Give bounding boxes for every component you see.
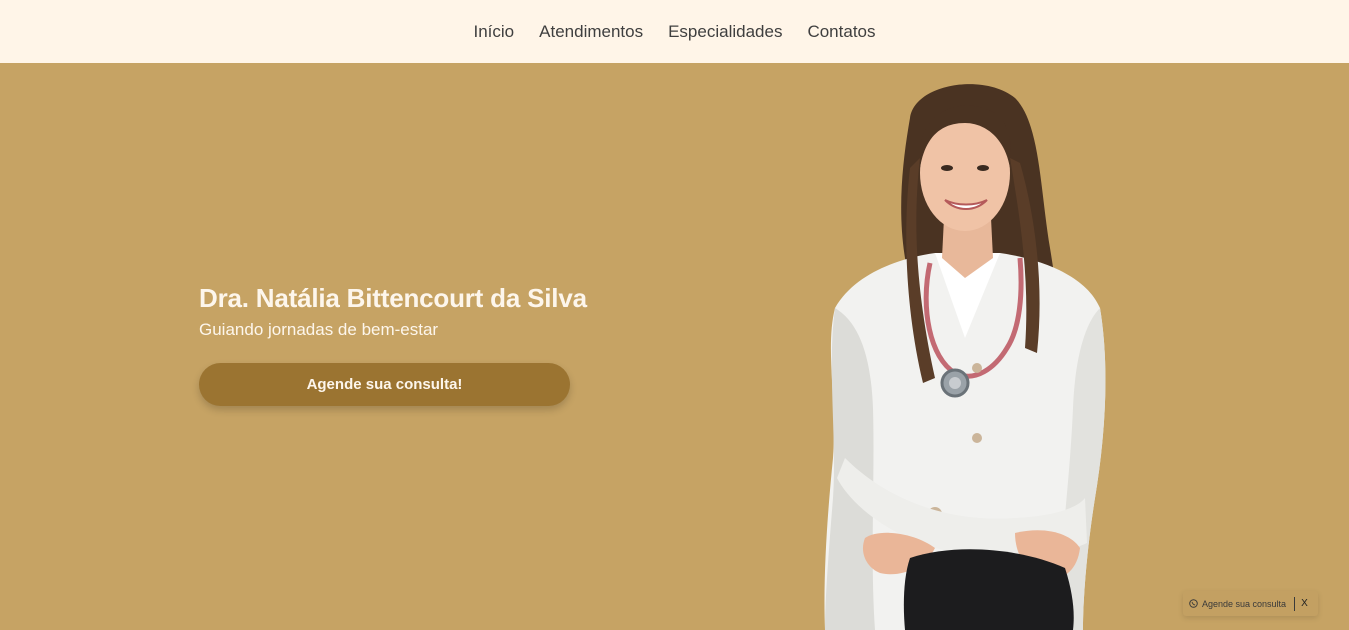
whatsapp-widget-label[interactable]: Agende sua consulta [1202, 599, 1286, 609]
schedule-appointment-button[interactable]: Agende sua consulta! [199, 363, 570, 406]
nav-item-atendimentos[interactable]: Atendimentos [539, 22, 643, 42]
main-nav: Início Atendimentos Especialidades Conta… [474, 22, 876, 42]
top-navbar: Início Atendimentos Especialidades Conta… [0, 0, 1349, 63]
hero-text: Dra. Natália Bittencourt da Silva Guiand… [199, 283, 587, 340]
nav-item-inicio[interactable]: Início [474, 22, 515, 42]
nav-item-especialidades[interactable]: Especialidades [668, 22, 782, 42]
hero-tagline: Guiando jornadas de bem-estar [199, 320, 439, 339]
doctor-portrait-image [824, 84, 1106, 630]
whatsapp-schedule-widget[interactable]: Agende sua consulta X [1183, 591, 1318, 616]
doctor-name: Dra. Natália Bittencourt da Silva [199, 283, 587, 313]
hero-section: Dra. Natália Bittencourt da Silva Guiand… [0, 63, 1349, 630]
whatsapp-icon [1189, 599, 1198, 608]
nav-item-contatos[interactable]: Contatos [807, 22, 875, 42]
close-widget-button[interactable]: X [1301, 598, 1308, 609]
widget-divider [1294, 596, 1296, 611]
